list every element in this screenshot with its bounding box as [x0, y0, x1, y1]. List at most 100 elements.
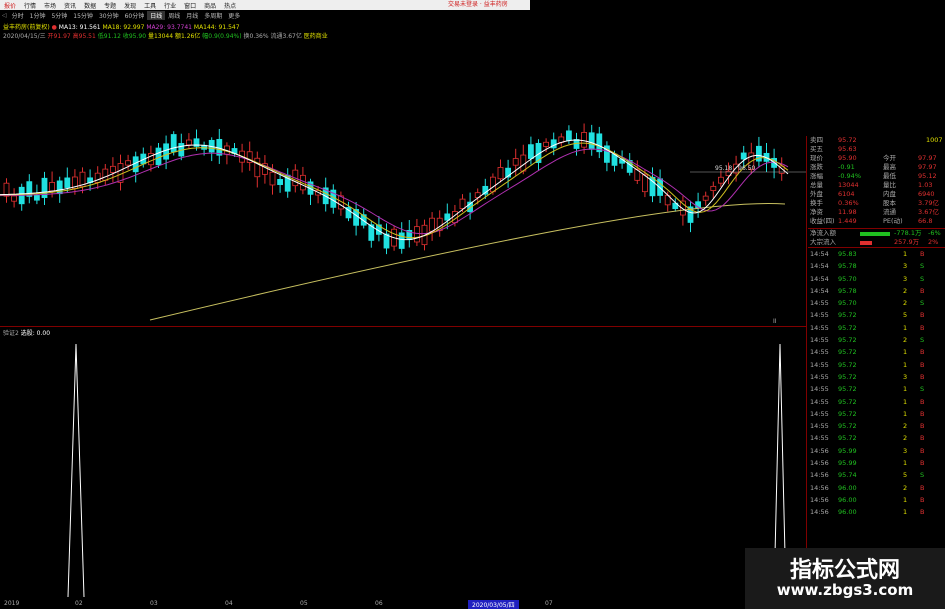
- tick-row: 14:56 95.74 5 S: [808, 469, 945, 481]
- candle: [497, 167, 504, 180]
- period-tab[interactable]: 15分钟: [70, 11, 96, 20]
- period-tab[interactable]: 30分钟: [96, 11, 122, 20]
- tick-volume: 3: [903, 262, 908, 271]
- tick-price: 95.72: [838, 323, 857, 332]
- tick-row: 14:55 95.72 5 B: [808, 309, 945, 321]
- tick-side: S: [920, 299, 925, 308]
- period-tab[interactable]: 5分钟: [48, 11, 70, 20]
- tick-price: 95.72: [838, 360, 857, 369]
- candle: [588, 132, 595, 150]
- period-tab[interactable]: 60分钟: [122, 11, 148, 20]
- login-status[interactable]: 交易未登录 · 益丰药房: [448, 0, 508, 10]
- quote-value-2: 3.79亿: [918, 199, 939, 207]
- candle: [11, 195, 18, 202]
- period-tab[interactable]: 1分钟: [27, 11, 49, 20]
- watermark: 指标公式网 www.zbgs3.com: [745, 548, 945, 609]
- tick-row: 14:55 95.72 1 B: [808, 359, 945, 371]
- tick-side: B: [920, 508, 925, 517]
- tick-row: 14:54 95.83 1 B: [808, 248, 945, 260]
- quote-value-2: 95.12: [918, 172, 937, 180]
- tick-row: 14:56 96.00 1 B: [808, 494, 945, 506]
- tick-row: 14:55 95.72 1 B: [808, 322, 945, 334]
- tick-side: B: [920, 250, 925, 258]
- pause-icon[interactable]: II: [773, 318, 777, 325]
- menu-item[interactable]: 热点: [220, 1, 240, 10]
- tick-row: 14:56 95.99 3 B: [808, 445, 945, 457]
- tick-volume: 3: [903, 274, 908, 283]
- watermark-url: www.zbgs3.com: [776, 581, 914, 599]
- candle: [102, 168, 109, 181]
- menu-item[interactable]: 数据: [80, 1, 100, 10]
- tick-side: B: [920, 409, 925, 418]
- quote-row: 换手 0.36% 股本 3.79亿: [808, 199, 945, 208]
- tick-row: 14:55 95.72 1 S: [808, 383, 945, 395]
- date-tick: 07: [545, 600, 553, 607]
- tick-list[interactable]: 14:54 95.83 1 B 14:54 95.78 3 S 14:54 95.70 3 S 14:5…: [808, 247, 945, 519]
- tick-price: 95.72: [838, 397, 857, 406]
- tick-side: B: [920, 446, 925, 455]
- tick-price: 95.72: [838, 409, 857, 418]
- selected-date-box: 2020/03/05/四: [468, 600, 519, 609]
- tick-time: 14:55: [810, 311, 829, 320]
- candlestick-chart[interactable]: 95.18 - 96.50: [0, 40, 806, 325]
- candle: [110, 165, 116, 173]
- tick-price: 95.83: [838, 250, 857, 258]
- quote-value-2: 6940: [918, 190, 935, 198]
- tick-time: 14:55: [810, 397, 829, 406]
- quote-row: 涨幅 -0.94% 最低 95.12: [808, 172, 945, 181]
- bar-amount: 额1.26亿: [174, 33, 201, 40]
- tick-row: 14:54 95.70 3 S: [808, 273, 945, 285]
- tick-volume: 1: [903, 385, 908, 394]
- candle: [49, 182, 55, 192]
- ma29-value: MA29: 93.7741: [146, 24, 192, 31]
- quote-value: 95.72: [838, 136, 857, 144]
- menu-item[interactable]: 工具: [140, 1, 160, 10]
- menu-item[interactable]: 发现: [120, 1, 140, 10]
- bar-turnover: 换0.36%: [243, 33, 269, 40]
- menu-item[interactable]: 商品: [200, 1, 220, 10]
- quote-label-2: 最低: [883, 172, 896, 180]
- period-tab[interactable]: 周线: [165, 11, 183, 20]
- candle: [125, 160, 131, 166]
- signal-chart[interactable]: [0, 330, 806, 598]
- flow-value: -778.1万: [894, 229, 922, 237]
- quote-label-2: 股本: [883, 199, 896, 207]
- tick-volume: 1: [903, 508, 908, 517]
- period-tab[interactable]: 分时: [9, 11, 27, 20]
- panel-divider[interactable]: [0, 326, 806, 327]
- ma18-line: [0, 142, 789, 239]
- watermark-title: 指标公式网: [789, 558, 900, 583]
- period-tab[interactable]: 月线: [183, 11, 201, 20]
- tick-price: 95.72: [838, 311, 857, 320]
- price-range-label: 95.18 - 96.50: [715, 165, 756, 172]
- period-tab[interactable]: 更多: [225, 11, 243, 20]
- tick-price: 95.72: [838, 372, 857, 381]
- back-arrow-icon[interactable]: ◁: [0, 12, 9, 19]
- menu-item[interactable]: 报价: [0, 1, 20, 10]
- candle: [277, 178, 284, 185]
- dot-icon: ●: [51, 24, 57, 31]
- tick-side: B: [920, 360, 925, 369]
- tick-volume: 5: [903, 471, 908, 480]
- tick-time: 14:56: [810, 446, 829, 455]
- tick-time: 14:55: [810, 348, 829, 357]
- period-tab[interactable]: 日线: [147, 10, 166, 20]
- tick-time: 14:54: [810, 250, 829, 258]
- menu-item[interactable]: 资讯: [60, 1, 80, 10]
- menu-item[interactable]: 市场: [40, 1, 60, 10]
- tick-price: 95.78: [838, 262, 857, 271]
- tick-time: 14:54: [810, 274, 829, 283]
- tick-price: 95.74: [838, 471, 857, 480]
- menu-item[interactable]: 窗口: [180, 1, 200, 10]
- candle: [657, 178, 663, 196]
- candle: [429, 217, 436, 232]
- menu-item[interactable]: 行情: [20, 1, 40, 10]
- menu-item[interactable]: 行业: [160, 1, 180, 10]
- menu-item[interactable]: 专题: [100, 1, 120, 10]
- period-tab[interactable]: 多周期: [201, 11, 225, 20]
- bar-high: 高95.51: [72, 33, 96, 40]
- date-tick: 06: [375, 600, 383, 607]
- date-tick: 2019: [4, 600, 20, 607]
- quote-value: 1.449: [838, 217, 857, 225]
- tick-side: B: [920, 495, 925, 504]
